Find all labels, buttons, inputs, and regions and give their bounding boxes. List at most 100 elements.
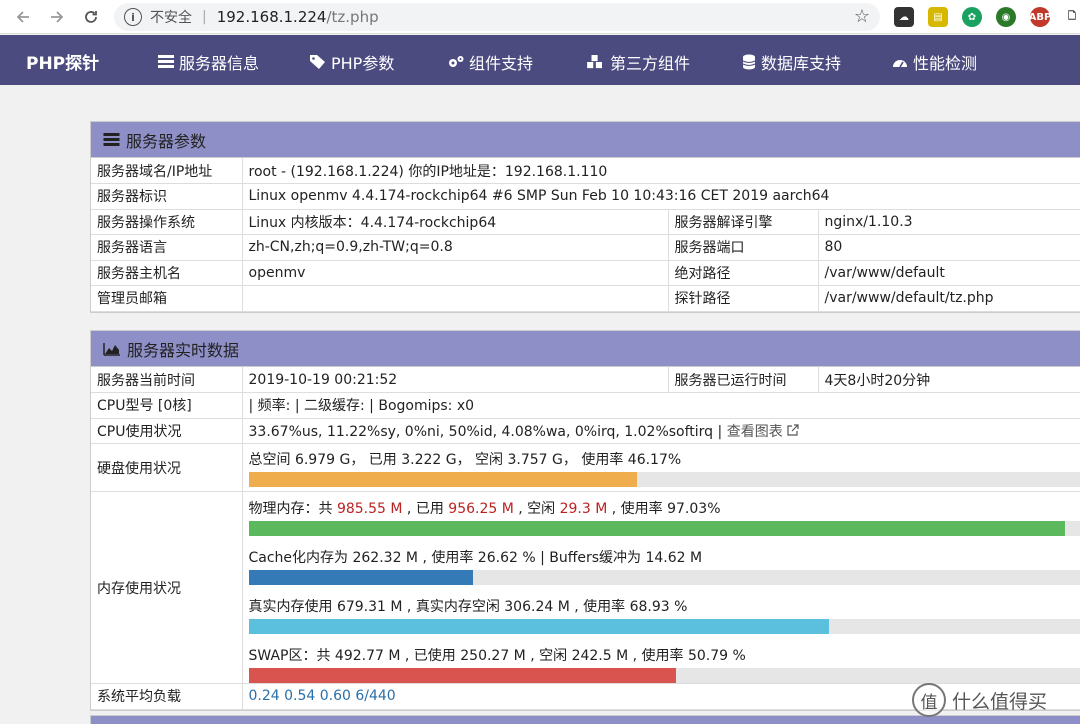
- extension-doc-icon[interactable]: 🗋: [1062, 7, 1080, 27]
- swap-memory-bar: [248, 668, 1080, 683]
- server-icon: [103, 132, 120, 146]
- row-label: 服务器标识: [91, 183, 243, 210]
- nav-item-performance[interactable]: 性能检测: [892, 50, 977, 74]
- panel-title: 服务器参数: [126, 131, 207, 151]
- extension-spiral-icon[interactable]: ✿: [962, 7, 982, 27]
- back-button[interactable]: [6, 0, 40, 34]
- area-chart-icon: [103, 342, 120, 356]
- url-host: 192.168.1.224: [216, 8, 327, 26]
- nav-item-php-params[interactable]: PHP参数: [310, 50, 394, 74]
- physical-memory-fill: [248, 521, 1065, 536]
- row-label: 探针路径: [668, 285, 819, 312]
- table-row: CPU使用状况 33.67%us, 11.22%sy, 0%ni, 50%id,…: [91, 418, 1080, 444]
- realtime-table: 服务器当前时间 2019-10-19 00:21:52 服务器已运行时间 4天8…: [91, 367, 1080, 710]
- cache-memory-text: Cache化内存为 262.32 M , 使用率 26.62 % | Buffe…: [248, 550, 703, 566]
- nav-item-label: 数据库支持: [761, 54, 842, 73]
- row-value: /var/www/default: [818, 260, 1080, 286]
- real-memory-fill: [248, 619, 829, 634]
- physical-memory-bar: [248, 521, 1080, 536]
- watermark: 值 什么值得买: [912, 683, 1047, 717]
- row-value: Linux 内核版本：4.4.174-rockchip64: [242, 209, 669, 235]
- uptime-value: 4天8小时20分钟: [818, 367, 1080, 393]
- row-label: 管理员邮箱: [91, 285, 243, 312]
- cpu-usage-cell: 33.67%us, 11.22%sy, 0%ni, 50%id, 4.08%wa…: [242, 418, 1080, 444]
- info-icon[interactable]: i: [124, 8, 142, 26]
- table-row: 服务器操作系统 Linux 内核版本：4.4.174-rockchip64 服务…: [91, 209, 1080, 235]
- url-path: /tz.php: [326, 8, 379, 26]
- view-chart-link[interactable]: 查看图表: [727, 424, 799, 440]
- realtime-panel: 服务器实时数据 服务器当前时间 2019-10-19 00:21:52 服务器已…: [90, 330, 1080, 711]
- row-value: /var/www/default/tz.php: [818, 285, 1080, 312]
- forward-arrow-icon: [51, 10, 64, 23]
- row-value: openmv: [242, 260, 669, 286]
- row-label: 服务器端口: [668, 234, 819, 261]
- nav-item-label: PHP参数: [331, 54, 395, 73]
- swap-memory-text: SWAP区：共 492.77 M , 已使用 250.27 M , 空闲 242…: [248, 648, 746, 664]
- physical-memory-text: 物理内存：共 985.55 M , 已用 956.25 M , 空闲 29.3 …: [248, 501, 721, 517]
- row-value: Linux openmv 4.4.174-rockchip64 #6 SMP S…: [242, 183, 1080, 210]
- row-label: 服务器域名/IP地址: [91, 158, 243, 184]
- row-value: 80: [818, 234, 1080, 261]
- row-value: zh-CN,zh;q=0.9,zh-TW;q=0.8: [242, 234, 669, 261]
- current-time-value: 2019-10-19 00:21:52: [242, 367, 669, 393]
- cogs-icon: [449, 56, 464, 67]
- extension-note-icon[interactable]: ▤: [928, 7, 948, 27]
- dashboard-icon: [893, 60, 907, 68]
- table-row: 服务器域名/IP地址 root - (192.168.1.224) 你的IP地址…: [91, 158, 1080, 184]
- row-label: 服务器主机名: [91, 260, 243, 286]
- address-separator: |: [202, 9, 207, 25]
- cpu-usage-value: 33.67%us, 11.22%sy, 0%ni, 50%id, 4.08%wa…: [248, 423, 723, 440]
- insecure-label: 不安全: [150, 10, 192, 26]
- nav-item-database[interactable]: 数据库支持: [742, 50, 841, 74]
- bookmark-star-icon[interactable]: ☆: [854, 6, 870, 27]
- table-row: 服务器主机名 openmv 绝对路径 /var/www/default: [91, 260, 1080, 286]
- nav-item-label: 组件支持: [469, 54, 534, 73]
- server-params-panel: 服务器参数 服务器域名/IP地址 root - (192.168.1.224) …: [90, 121, 1080, 313]
- server-params-table: 服务器域名/IP地址 root - (192.168.1.224) 你的IP地址…: [91, 158, 1080, 312]
- server-icon: [158, 55, 174, 68]
- nav-item-third-party[interactable]: 第三方组件: [585, 50, 690, 74]
- extension-cloud-icon[interactable]: ☁: [894, 7, 914, 27]
- table-row: 服务器当前时间 2019-10-19 00:21:52 服务器已运行时间 4天8…: [91, 367, 1080, 393]
- swap-memory-fill: [248, 668, 676, 683]
- external-link-icon: [787, 424, 799, 436]
- row-label: 内存使用状况: [91, 491, 243, 684]
- forward-button[interactable]: [40, 0, 74, 34]
- back-arrow-icon: [16, 10, 29, 23]
- table-row: 服务器标识 Linux openmv 4.4.174-rockchip64 #6…: [91, 183, 1080, 210]
- row-label: 服务器操作系统: [91, 209, 243, 235]
- real-memory-bar: [248, 619, 1080, 634]
- row-value: [242, 285, 669, 312]
- tag-icon: [310, 55, 325, 69]
- nav-item-label: 服务器信息: [179, 54, 260, 73]
- disk-progress-fill: [248, 471, 638, 487]
- reload-icon: [85, 10, 97, 23]
- nav-item-server-info[interactable]: 服务器信息: [158, 50, 259, 74]
- cache-memory-bar: [248, 570, 1080, 585]
- realtime-header: 服务器实时数据: [91, 331, 1080, 367]
- brand-title[interactable]: PHP探针: [26, 49, 99, 74]
- server-params-header: 服务器参数: [91, 122, 1080, 158]
- address-bar[interactable]: i 不安全 | 192.168.1.224/tz.php ☆: [114, 3, 880, 31]
- row-label: CPU使用状况: [91, 418, 243, 444]
- disk-cell: 总空间 6.979 G， 已用 3.222 G， 空闲 3.757 G， 使用率…: [242, 443, 1080, 492]
- table-row: 硬盘使用状况 总空间 6.979 G， 已用 3.222 G， 空闲 3.757…: [91, 443, 1080, 492]
- row-label: 服务器当前时间: [91, 367, 243, 393]
- top-navigation: PHP探针 服务器信息 PHP参数 组件支持 第三方组件 数据库支持 性能检测: [0, 35, 1080, 85]
- panel-title: 服务器实时数据: [127, 340, 240, 360]
- nav-item-components[interactable]: 组件支持: [448, 50, 533, 74]
- row-label: 服务器解译引擎: [668, 209, 819, 235]
- disk-progress-bar: [248, 471, 1080, 487]
- extension-globe-icon[interactable]: ◉: [996, 7, 1016, 27]
- row-label: 绝对路径: [668, 260, 819, 286]
- extension-abp-icon[interactable]: ABP: [1029, 7, 1051, 27]
- real-memory-text: 真实内存使用 679.31 M , 真实内存空闲 306.24 M , 使用率 …: [248, 599, 688, 615]
- row-value: root - (192.168.1.224) 你的IP地址是：192.168.1…: [242, 158, 1080, 184]
- reload-button[interactable]: [74, 0, 108, 34]
- row-value: nginx/1.10.3: [818, 209, 1080, 235]
- browser-toolbar: i 不安全 | 192.168.1.224/tz.php ☆ ☁ ▤ ✿ ◉ A…: [0, 0, 1080, 34]
- memory-cell: 物理内存：共 985.55 M , 已用 956.25 M , 空闲 29.3 …: [242, 491, 1080, 684]
- table-row: 服务器语言 zh-CN,zh;q=0.9,zh-TW;q=0.8 服务器端口 8…: [91, 234, 1080, 261]
- watermark-text: 什么值得买: [952, 690, 1048, 713]
- cubes-icon: [587, 55, 602, 69]
